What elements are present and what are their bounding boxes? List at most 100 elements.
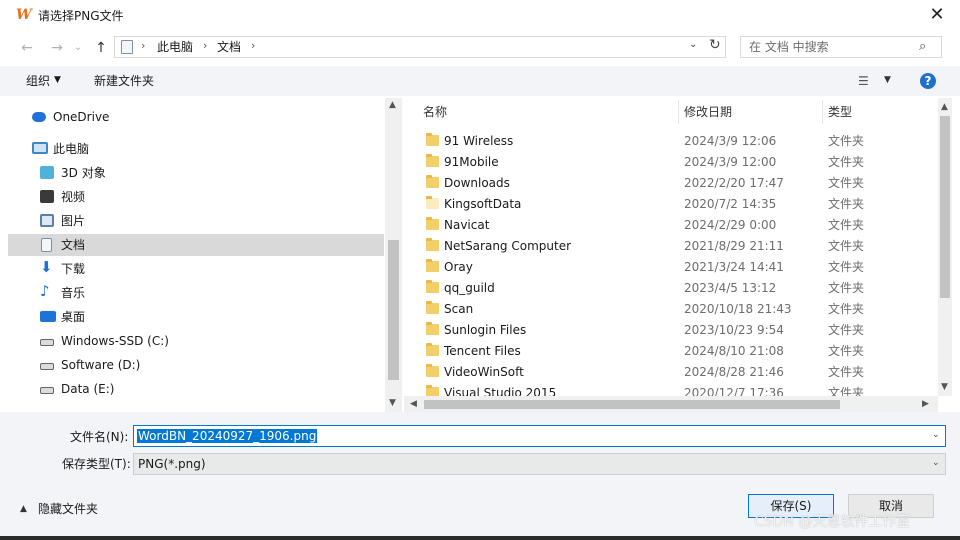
command-toolbar: 组织 ▼ 新建文件夹 ☰ ▼ bbox=[0, 66, 960, 96]
breadcrumb-documents[interactable]: 文档 bbox=[217, 40, 241, 54]
nav-scrollbar-thumb[interactable] bbox=[388, 240, 399, 380]
help-icon[interactable]: ? bbox=[920, 73, 936, 89]
scroll-down-icon[interactable]: ▼ bbox=[941, 382, 948, 392]
hide-folders-toggle[interactable]: 隐藏文件夹 bbox=[38, 502, 98, 516]
organize-button[interactable]: 组织 bbox=[26, 74, 50, 88]
folder-icon bbox=[426, 133, 439, 146]
recent-locations-dropdown-icon[interactable]: ⌄ bbox=[72, 37, 84, 59]
refresh-icon[interactable]: ↻ bbox=[709, 37, 721, 53]
up-folder-icon[interactable]: ↑ bbox=[90, 37, 112, 59]
file-row[interactable]: NetSarang Computer 2021/8/29 21:11 文件夹 bbox=[404, 236, 938, 257]
file-name: Tencent Files bbox=[444, 344, 521, 358]
file-type: 文件夹 bbox=[828, 365, 865, 379]
search-icon[interactable]: ⌕ bbox=[919, 39, 926, 54]
forward-arrow-icon[interactable]: → bbox=[46, 37, 68, 59]
close-button[interactable]: ✕ bbox=[920, 0, 954, 30]
folder-icon bbox=[426, 364, 439, 377]
nav-item-label: Windows-SSD (C:) bbox=[61, 334, 169, 348]
file-row[interactable]: Downloads 2022/2/20 17:47 文件夹 bbox=[404, 173, 938, 194]
nav-item-this-pc[interactable]: 此电脑 bbox=[8, 138, 384, 160]
new-folder-button[interactable]: 新建文件夹 bbox=[94, 74, 154, 88]
column-header-name[interactable]: 名称 bbox=[423, 105, 447, 119]
scroll-up-icon[interactable]: ▲ bbox=[389, 100, 396, 110]
breadcrumb-this-pc[interactable]: 此电脑 bbox=[157, 40, 193, 54]
nav-item-3d-objects[interactable]: 3D 对象 bbox=[8, 162, 384, 184]
vertical-scrollbar-thumb[interactable] bbox=[940, 116, 950, 298]
file-type: 文件夹 bbox=[828, 344, 865, 358]
sort-ascending-icon: ^ bbox=[542, 98, 550, 105]
file-type: 文件夹 bbox=[828, 260, 865, 274]
picture-icon bbox=[40, 214, 54, 227]
nav-item-music[interactable]: ♪ 音乐 bbox=[8, 282, 384, 304]
folder-icon bbox=[426, 175, 439, 188]
file-date: 2024/8/10 21:08 bbox=[684, 344, 784, 358]
nav-item-onedrive[interactable]: OneDrive bbox=[8, 106, 384, 128]
chevron-down-icon[interactable]: ⌄ bbox=[932, 430, 940, 440]
back-arrow-icon[interactable]: ← bbox=[16, 37, 38, 59]
file-name: Oray bbox=[444, 260, 473, 274]
file-date: 2021/8/29 21:11 bbox=[684, 239, 784, 253]
file-row[interactable]: Scan 2020/10/18 21:43 文件夹 bbox=[404, 299, 938, 320]
file-row[interactable]: Oray 2021/3/24 14:41 文件夹 bbox=[404, 257, 938, 278]
filetype-select[interactable]: PNG(*.png) ⌄ bbox=[133, 453, 946, 475]
file-date: 2024/3/9 12:06 bbox=[684, 134, 777, 148]
filename-input[interactable]: WordBN_20240927_1906.png ⌄ bbox=[133, 425, 946, 447]
horizontal-scrollbar-thumb[interactable] bbox=[424, 400, 840, 409]
search-input[interactable]: 在 文档 中搜索 ⌕ bbox=[740, 36, 942, 58]
address-dropdown-icon[interactable]: ⌄ bbox=[689, 39, 697, 50]
chevron-down-icon[interactable]: ⌄ bbox=[932, 458, 940, 468]
file-row[interactable]: KingsoftData 2020/7/2 14:35 文件夹 bbox=[404, 194, 938, 215]
drive-d-icon bbox=[40, 363, 54, 370]
folder-icon bbox=[426, 385, 439, 396]
nav-item-documents[interactable]: 文档 bbox=[8, 234, 384, 256]
nav-item-drive-c[interactable]: Windows-SSD (C:) bbox=[8, 330, 384, 352]
address-bar[interactable]: › 此电脑 › 文档 › ⌄ ↻ bbox=[114, 36, 726, 58]
computer-icon bbox=[32, 142, 48, 154]
nav-item-desktop[interactable]: 桌面 bbox=[8, 306, 384, 328]
nav-item-videos[interactable]: 视频 bbox=[8, 186, 384, 208]
scroll-up-icon[interactable]: ▲ bbox=[941, 102, 948, 112]
desktop-icon bbox=[40, 311, 56, 322]
folder-icon bbox=[426, 217, 439, 230]
file-row[interactable]: VideoWinSoft 2024/8/28 21:46 文件夹 bbox=[404, 362, 938, 383]
file-row[interactable]: Visual Studio 2015 2020/12/7 17:36 文件夹 bbox=[404, 383, 938, 396]
file-date: 2024/2/29 0:00 bbox=[684, 218, 777, 232]
nav-item-drive-e[interactable]: Data (E:) bbox=[8, 378, 384, 400]
file-type: 文件夹 bbox=[828, 386, 865, 396]
file-row[interactable]: 91Mobile 2024/3/9 12:00 文件夹 bbox=[404, 152, 938, 173]
file-row[interactable]: qq_guild 2023/4/5 13:12 文件夹 bbox=[404, 278, 938, 299]
scroll-right-icon[interactable]: ▶ bbox=[922, 399, 929, 409]
scroll-down-icon[interactable]: ▼ bbox=[389, 398, 396, 408]
nav-item-drive-d[interactable]: Software (D:) bbox=[8, 354, 384, 376]
cloud-icon bbox=[32, 112, 46, 122]
column-divider[interactable] bbox=[678, 100, 679, 124]
chevron-down-icon[interactable]: ▼ bbox=[884, 75, 891, 85]
file-row[interactable]: Sunlogin Files 2023/10/23 9:54 文件夹 bbox=[404, 320, 938, 341]
drive-c-icon bbox=[40, 339, 54, 346]
file-date: 2023/10/23 9:54 bbox=[684, 323, 784, 337]
nav-item-label: 桌面 bbox=[61, 310, 86, 324]
view-options-icon[interactable]: ☰ bbox=[858, 74, 869, 88]
drive-e-icon bbox=[40, 387, 54, 394]
file-row[interactable]: 91 Wireless 2024/3/9 12:06 文件夹 bbox=[404, 131, 938, 152]
nav-item-pictures[interactable]: 图片 bbox=[8, 210, 384, 232]
column-header-date[interactable]: 修改日期 bbox=[684, 105, 732, 119]
file-type: 文件夹 bbox=[828, 239, 865, 253]
folder-icon bbox=[426, 196, 439, 209]
scroll-left-icon[interactable]: ◀ bbox=[410, 399, 417, 409]
file-name: Downloads bbox=[444, 176, 510, 190]
file-name: Navicat bbox=[444, 218, 490, 232]
folder-icon bbox=[426, 301, 439, 314]
file-type: 文件夹 bbox=[828, 197, 865, 211]
chevron-down-icon[interactable]: ▼ bbox=[54, 75, 61, 85]
nav-item-label: 文档 bbox=[61, 238, 86, 252]
file-row[interactable]: Tencent Files 2024/8/10 21:08 文件夹 bbox=[404, 341, 938, 362]
column-header-type[interactable]: 类型 bbox=[828, 105, 852, 119]
file-row[interactable]: Navicat 2024/2/29 0:00 文件夹 bbox=[404, 215, 938, 236]
cube-icon bbox=[40, 166, 54, 179]
nav-item-downloads[interactable]: ⬇ 下载 bbox=[8, 258, 384, 280]
window-title: 请选择PNG文件 bbox=[38, 9, 124, 23]
nav-item-label: 此电脑 bbox=[53, 142, 90, 156]
column-divider[interactable] bbox=[822, 100, 823, 124]
chevron-up-icon[interactable]: ▲ bbox=[20, 504, 27, 514]
